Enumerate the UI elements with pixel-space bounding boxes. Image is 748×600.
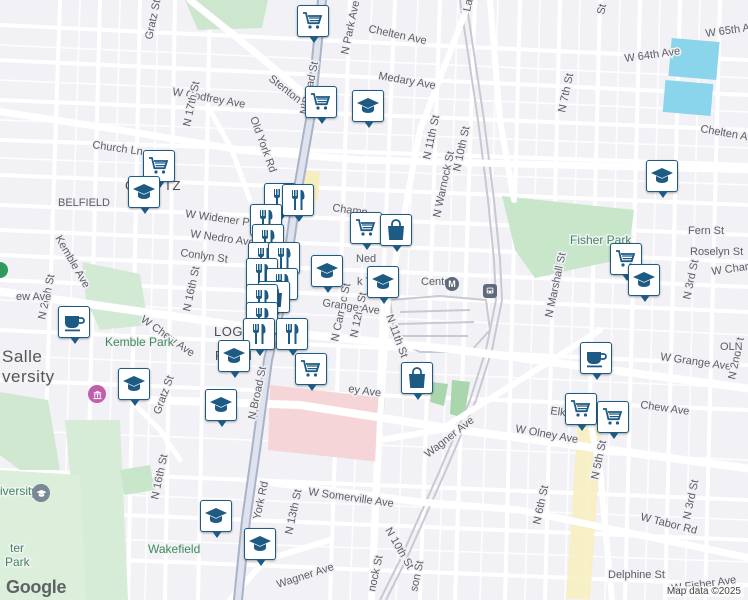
shopping-bag-icon[interactable] — [380, 214, 412, 252]
street-label: N 13th St — [283, 488, 304, 535]
grocery-store-icon[interactable] — [295, 353, 327, 391]
street-label: Chelten Ave — [699, 123, 748, 145]
street-label: Old York Rd — [247, 115, 278, 174]
street-label: N Park Ave — [339, 0, 362, 56]
neighborhood-label: LOG — [214, 324, 243, 339]
metro-station-icon[interactable]: M — [445, 277, 459, 291]
street-label: W 65th Ave — [705, 20, 748, 40]
school-icon[interactable] — [367, 266, 399, 304]
restaurant-icon[interactable] — [282, 184, 314, 222]
water-pool — [668, 37, 720, 81]
street-label: W Nedro Ave — [190, 228, 256, 249]
school-icon[interactable] — [200, 500, 232, 538]
grocery-store-icon[interactable] — [597, 401, 629, 439]
grocery-store-icon[interactable] — [297, 5, 329, 43]
park-area — [120, 465, 155, 495]
street-label: N 3rd St — [681, 259, 701, 301]
university-icon[interactable] — [88, 385, 106, 403]
park-label: Wakefield — [148, 542, 200, 556]
street-label: Medary Ave — [377, 70, 436, 92]
water-pool — [662, 79, 714, 117]
school-icon[interactable] — [218, 340, 250, 378]
school-icon[interactable] — [646, 160, 678, 198]
school-icon[interactable] — [628, 264, 660, 302]
park-label: ter — [10, 541, 24, 555]
map[interactable]: Chelten Ave W 65th Ave W 64th Ave Medary Av… — [0, 0, 748, 600]
street-label: ew Ave — [16, 291, 51, 303]
school-icon[interactable] — [311, 255, 343, 293]
street-label: Fern St — [688, 225, 724, 237]
street-label: nock St — [366, 554, 385, 592]
street-label: Roselyn St — [690, 246, 743, 258]
street-label: Delphine St — [608, 569, 665, 581]
street-label: W Widener Pl — [185, 208, 253, 229]
cafe-icon[interactable] — [580, 342, 612, 380]
shopping-bag-icon[interactable] — [401, 362, 433, 400]
grocery-store-icon[interactable] — [565, 393, 597, 431]
street-label: Chew Ave — [640, 399, 691, 418]
school-icon[interactable] — [244, 528, 276, 566]
bus-stop-icon[interactable] — [483, 284, 497, 298]
university-icon[interactable] — [32, 484, 50, 502]
place-label: versity — [2, 367, 55, 386]
map-attribution[interactable]: Map data ©2025 — [663, 586, 744, 597]
park-label: Kemble Park — [105, 335, 175, 349]
place-label: Salle — [2, 347, 42, 366]
park-label: Park — [5, 555, 31, 569]
grocery-store-icon[interactable] — [305, 86, 337, 124]
street-label: BELFIELD — [58, 197, 110, 209]
school-icon[interactable] — [118, 368, 150, 406]
park-area — [0, 392, 60, 470]
restaurant-icon[interactable] — [276, 318, 308, 356]
street-label: Gratz St — [152, 374, 177, 416]
google-logo: Google — [6, 577, 67, 597]
grocery-store-icon[interactable] — [350, 212, 382, 250]
street-label: Grange Ave — [322, 297, 381, 317]
cafe-icon[interactable] — [58, 306, 90, 344]
school-icon[interactable] — [352, 90, 384, 128]
street-label: OLN — [720, 341, 743, 353]
school-icon[interactable] — [128, 176, 160, 214]
street-label: St — [595, 3, 609, 16]
school-icon[interactable] — [205, 389, 237, 427]
street-label: Ned — [356, 253, 376, 265]
street-label: Gratz St — [143, 0, 163, 41]
